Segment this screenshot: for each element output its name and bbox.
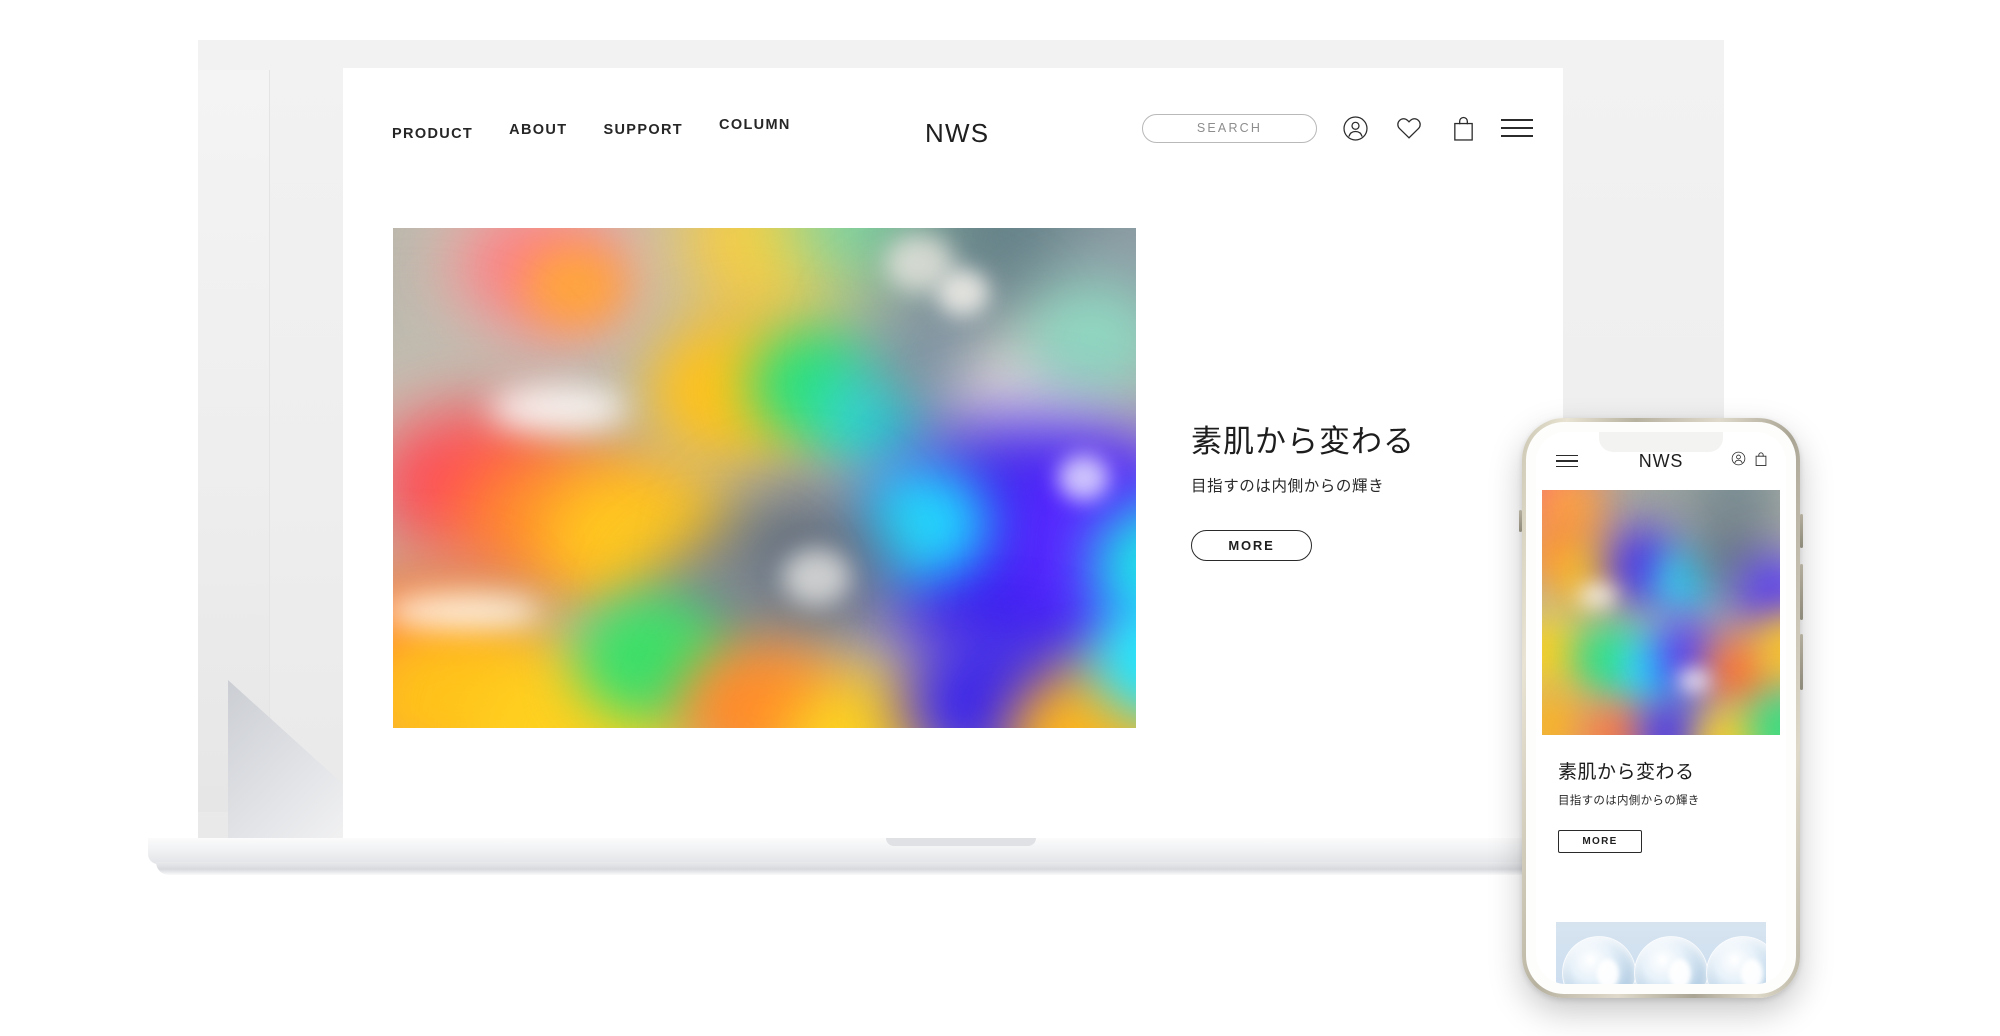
mobile-hamburger-menu-icon[interactable] <box>1556 454 1578 468</box>
water-droplet-icon <box>1562 936 1636 984</box>
desktop-brand-logo[interactable]: NWS <box>925 118 989 149</box>
water-droplet-icon <box>1706 936 1766 984</box>
holographic-gradient <box>393 228 1136 728</box>
nav-link-about[interactable]: ABOUT <box>509 122 567 138</box>
search-placeholder: SEARCH <box>1196 121 1263 135</box>
phone-mockup: NWS 素肌から変わる 目指すのは内側からの輝き MORE <box>1519 418 1803 998</box>
laptop-screen: PRODUCT ABOUT SUPPORT COLUMN NWS SEARCH <box>343 68 1563 840</box>
desktop-navbar: PRODUCT ABOUT SUPPORT COLUMN NWS SEARCH <box>343 68 1563 186</box>
hero-subtitle: 目指すのは内側からの輝き <box>1191 477 1385 495</box>
shopping-bag-icon[interactable] <box>1447 112 1479 144</box>
hamburger-bars <box>1501 117 1533 139</box>
screenshot-stage: PRODUCT ABOUT SUPPORT COLUMN NWS SEARCH <box>0 0 2000 1036</box>
hamburger-menu-icon[interactable] <box>1501 112 1533 144</box>
mobile-holographic-gradient <box>1542 490 1780 735</box>
phone-notch <box>1599 432 1723 452</box>
mobile-hero-image <box>1542 490 1780 735</box>
hero-more-label: MORE <box>1228 537 1275 553</box>
mobile-hero-title: 素肌から変わる <box>1558 762 1695 783</box>
hero-copy: 素肌から変わる 目指すのは内側からの輝き MORE <box>1191 423 1521 561</box>
nav-link-column[interactable]: COLUMN <box>719 117 791 133</box>
phone-volume-up-button[interactable] <box>1800 514 1803 548</box>
laptop-mockup: PRODUCT ABOUT SUPPORT COLUMN NWS SEARCH <box>148 40 1774 880</box>
desktop-page: PRODUCT ABOUT SUPPORT COLUMN NWS SEARCH <box>343 68 1563 840</box>
mobile-account-icon[interactable] <box>1731 451 1746 471</box>
mobile-shopping-bag-icon[interactable] <box>1754 451 1768 472</box>
phone-volume-down-button[interactable] <box>1800 564 1803 620</box>
hero-title: 素肌から変わる <box>1191 424 1415 459</box>
mobile-brand-logo[interactable]: NWS <box>1639 451 1683 472</box>
desktop-nav-actions: SEARCH <box>1142 112 1533 144</box>
heart-icon[interactable] <box>1393 112 1425 144</box>
mobile-next-section-image <box>1556 922 1766 984</box>
laptop-base-notch <box>886 838 1036 846</box>
mobile-hero-subtitle: 目指すのは内側からの輝き <box>1558 795 1700 807</box>
nav-link-product[interactable]: PRODUCT <box>392 126 473 142</box>
account-icon[interactable] <box>1339 112 1371 144</box>
phone-power-button[interactable] <box>1800 634 1803 690</box>
desktop-nav-links: PRODUCT ABOUT SUPPORT COLUMN <box>392 117 791 142</box>
hero-more-button[interactable]: MORE <box>1191 529 1312 561</box>
search-input[interactable]: SEARCH <box>1142 113 1317 143</box>
phone-bezel: NWS 素肌から変わる 目指すのは内側からの輝き MORE <box>1526 422 1796 994</box>
phone-screen: NWS 素肌から変わる 目指すのは内側からの輝き MORE <box>1536 432 1786 984</box>
nav-link-support[interactable]: SUPPORT <box>603 122 683 138</box>
mobile-nav-actions <box>1731 451 1768 472</box>
phone-silent-switch[interactable] <box>1519 510 1522 532</box>
mobile-hero-copy: 素肌から変わる 目指すのは内側からの輝き MORE <box>1536 735 1786 853</box>
hero-image <box>393 228 1136 728</box>
water-droplet-icon <box>1634 936 1708 984</box>
mobile-hero-more-button[interactable]: MORE <box>1558 830 1642 853</box>
mobile-hero-more-label: MORE <box>1582 836 1618 847</box>
